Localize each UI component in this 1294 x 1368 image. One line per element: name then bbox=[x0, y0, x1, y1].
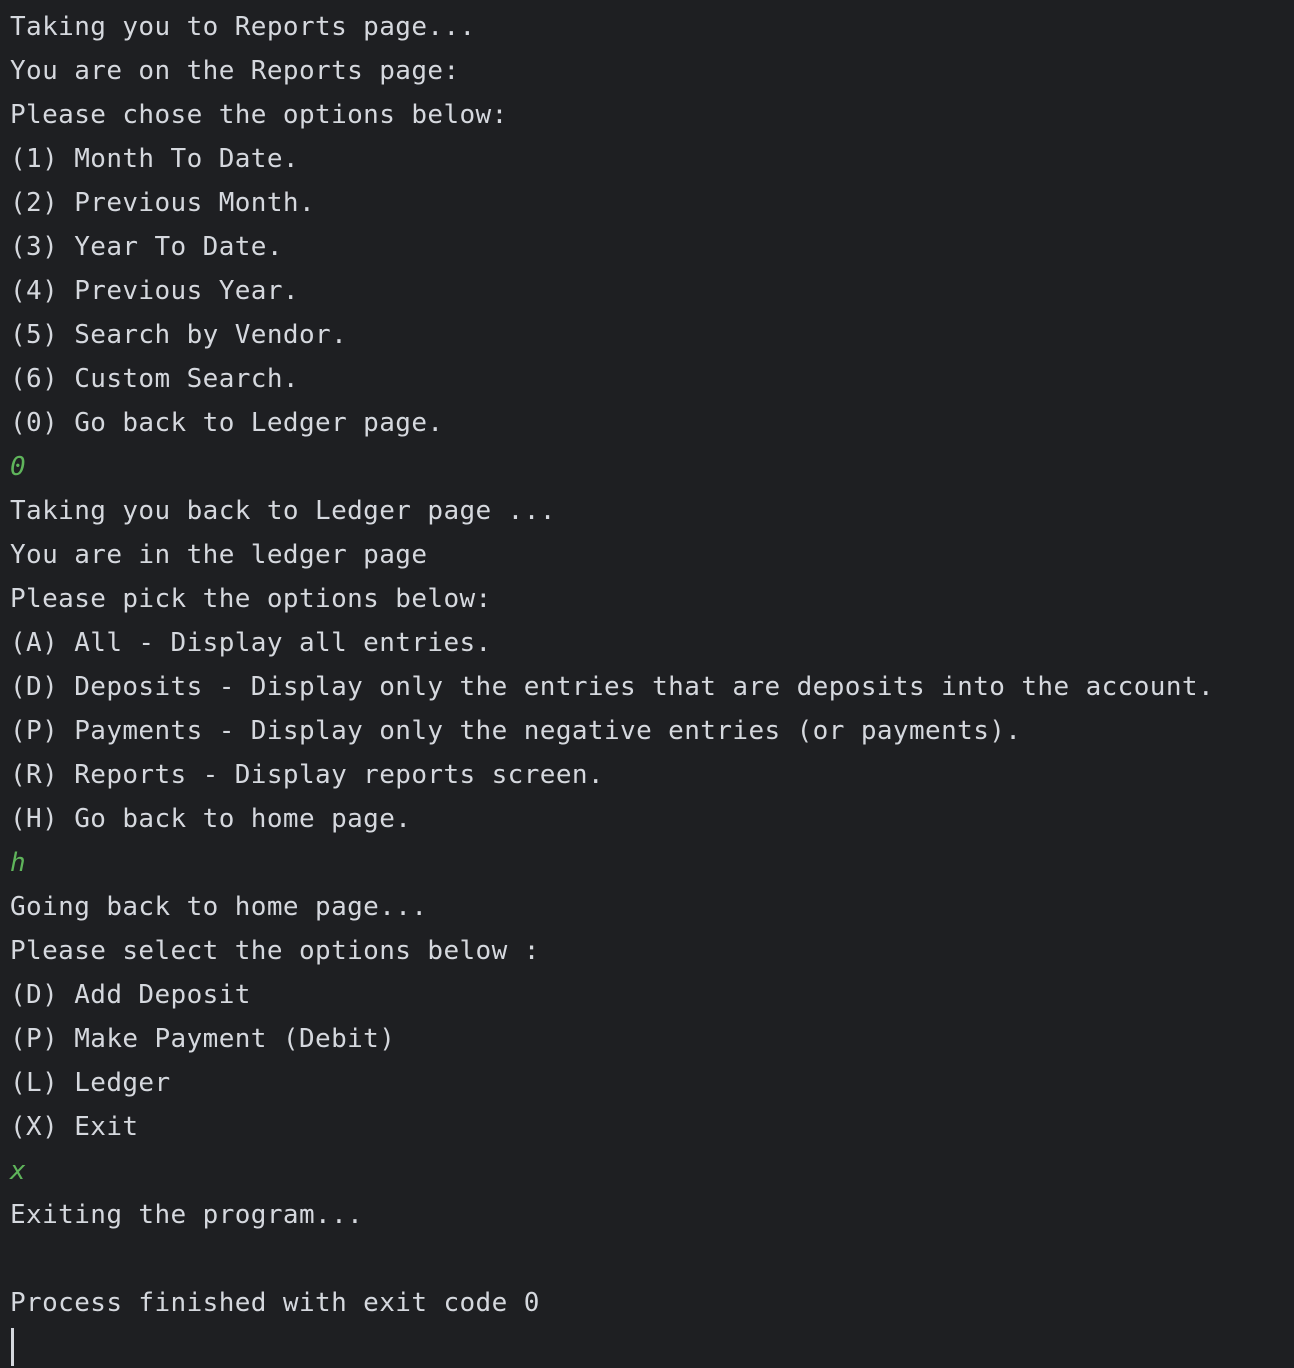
console-line: (R) Reports - Display reports screen. bbox=[10, 760, 604, 790]
console-user-input: h bbox=[10, 848, 27, 878]
process-exit-message: Process finished with exit code 0 bbox=[10, 1288, 540, 1318]
text-cursor[interactable] bbox=[11, 1328, 14, 1366]
console-line: (4) Previous Year. bbox=[10, 276, 299, 306]
console-line: (0) Go back to Ledger page. bbox=[10, 408, 444, 438]
console-line: Please pick the options below: bbox=[10, 584, 492, 614]
console-line: Exiting the program... bbox=[10, 1200, 364, 1230]
console-line: (H) Go back to home page. bbox=[10, 804, 412, 834]
console-line: Taking you back to Ledger page ... bbox=[10, 496, 556, 526]
console-line: (D) Deposits - Display only the entries … bbox=[10, 672, 1214, 702]
console-line: (6) Custom Search. bbox=[10, 364, 299, 394]
console-line: Going back to home page... bbox=[10, 892, 428, 922]
console-line: You are on the Reports page: bbox=[10, 56, 460, 86]
console-line: You are in the ledger page bbox=[10, 540, 428, 570]
console-user-input: 0 bbox=[10, 452, 27, 482]
console-line: (P) Make Payment (Debit) bbox=[10, 1024, 396, 1054]
console-line: (A) All - Display all entries. bbox=[10, 628, 492, 658]
console-line: (5) Search by Vendor. bbox=[10, 320, 348, 350]
console-line: Please chose the options below: bbox=[10, 100, 508, 130]
console-line: (X) Exit bbox=[10, 1112, 139, 1142]
console-user-input: x bbox=[10, 1156, 27, 1186]
console-line: (1) Month To Date. bbox=[10, 144, 299, 174]
console-line: (2) Previous Month. bbox=[10, 188, 316, 218]
console-line: (P) Payments - Display only the negative… bbox=[10, 716, 1022, 746]
console-line: (L) Ledger bbox=[10, 1068, 171, 1098]
console-line: (3) Year To Date. bbox=[10, 232, 283, 262]
console-line: Please select the options below : bbox=[10, 936, 540, 966]
console-line: (D) Add Deposit bbox=[10, 980, 251, 1010]
console-line: Taking you to Reports page... bbox=[10, 12, 476, 42]
console-output[interactable]: Taking you to Reports page... You are on… bbox=[0, 0, 1294, 1368]
